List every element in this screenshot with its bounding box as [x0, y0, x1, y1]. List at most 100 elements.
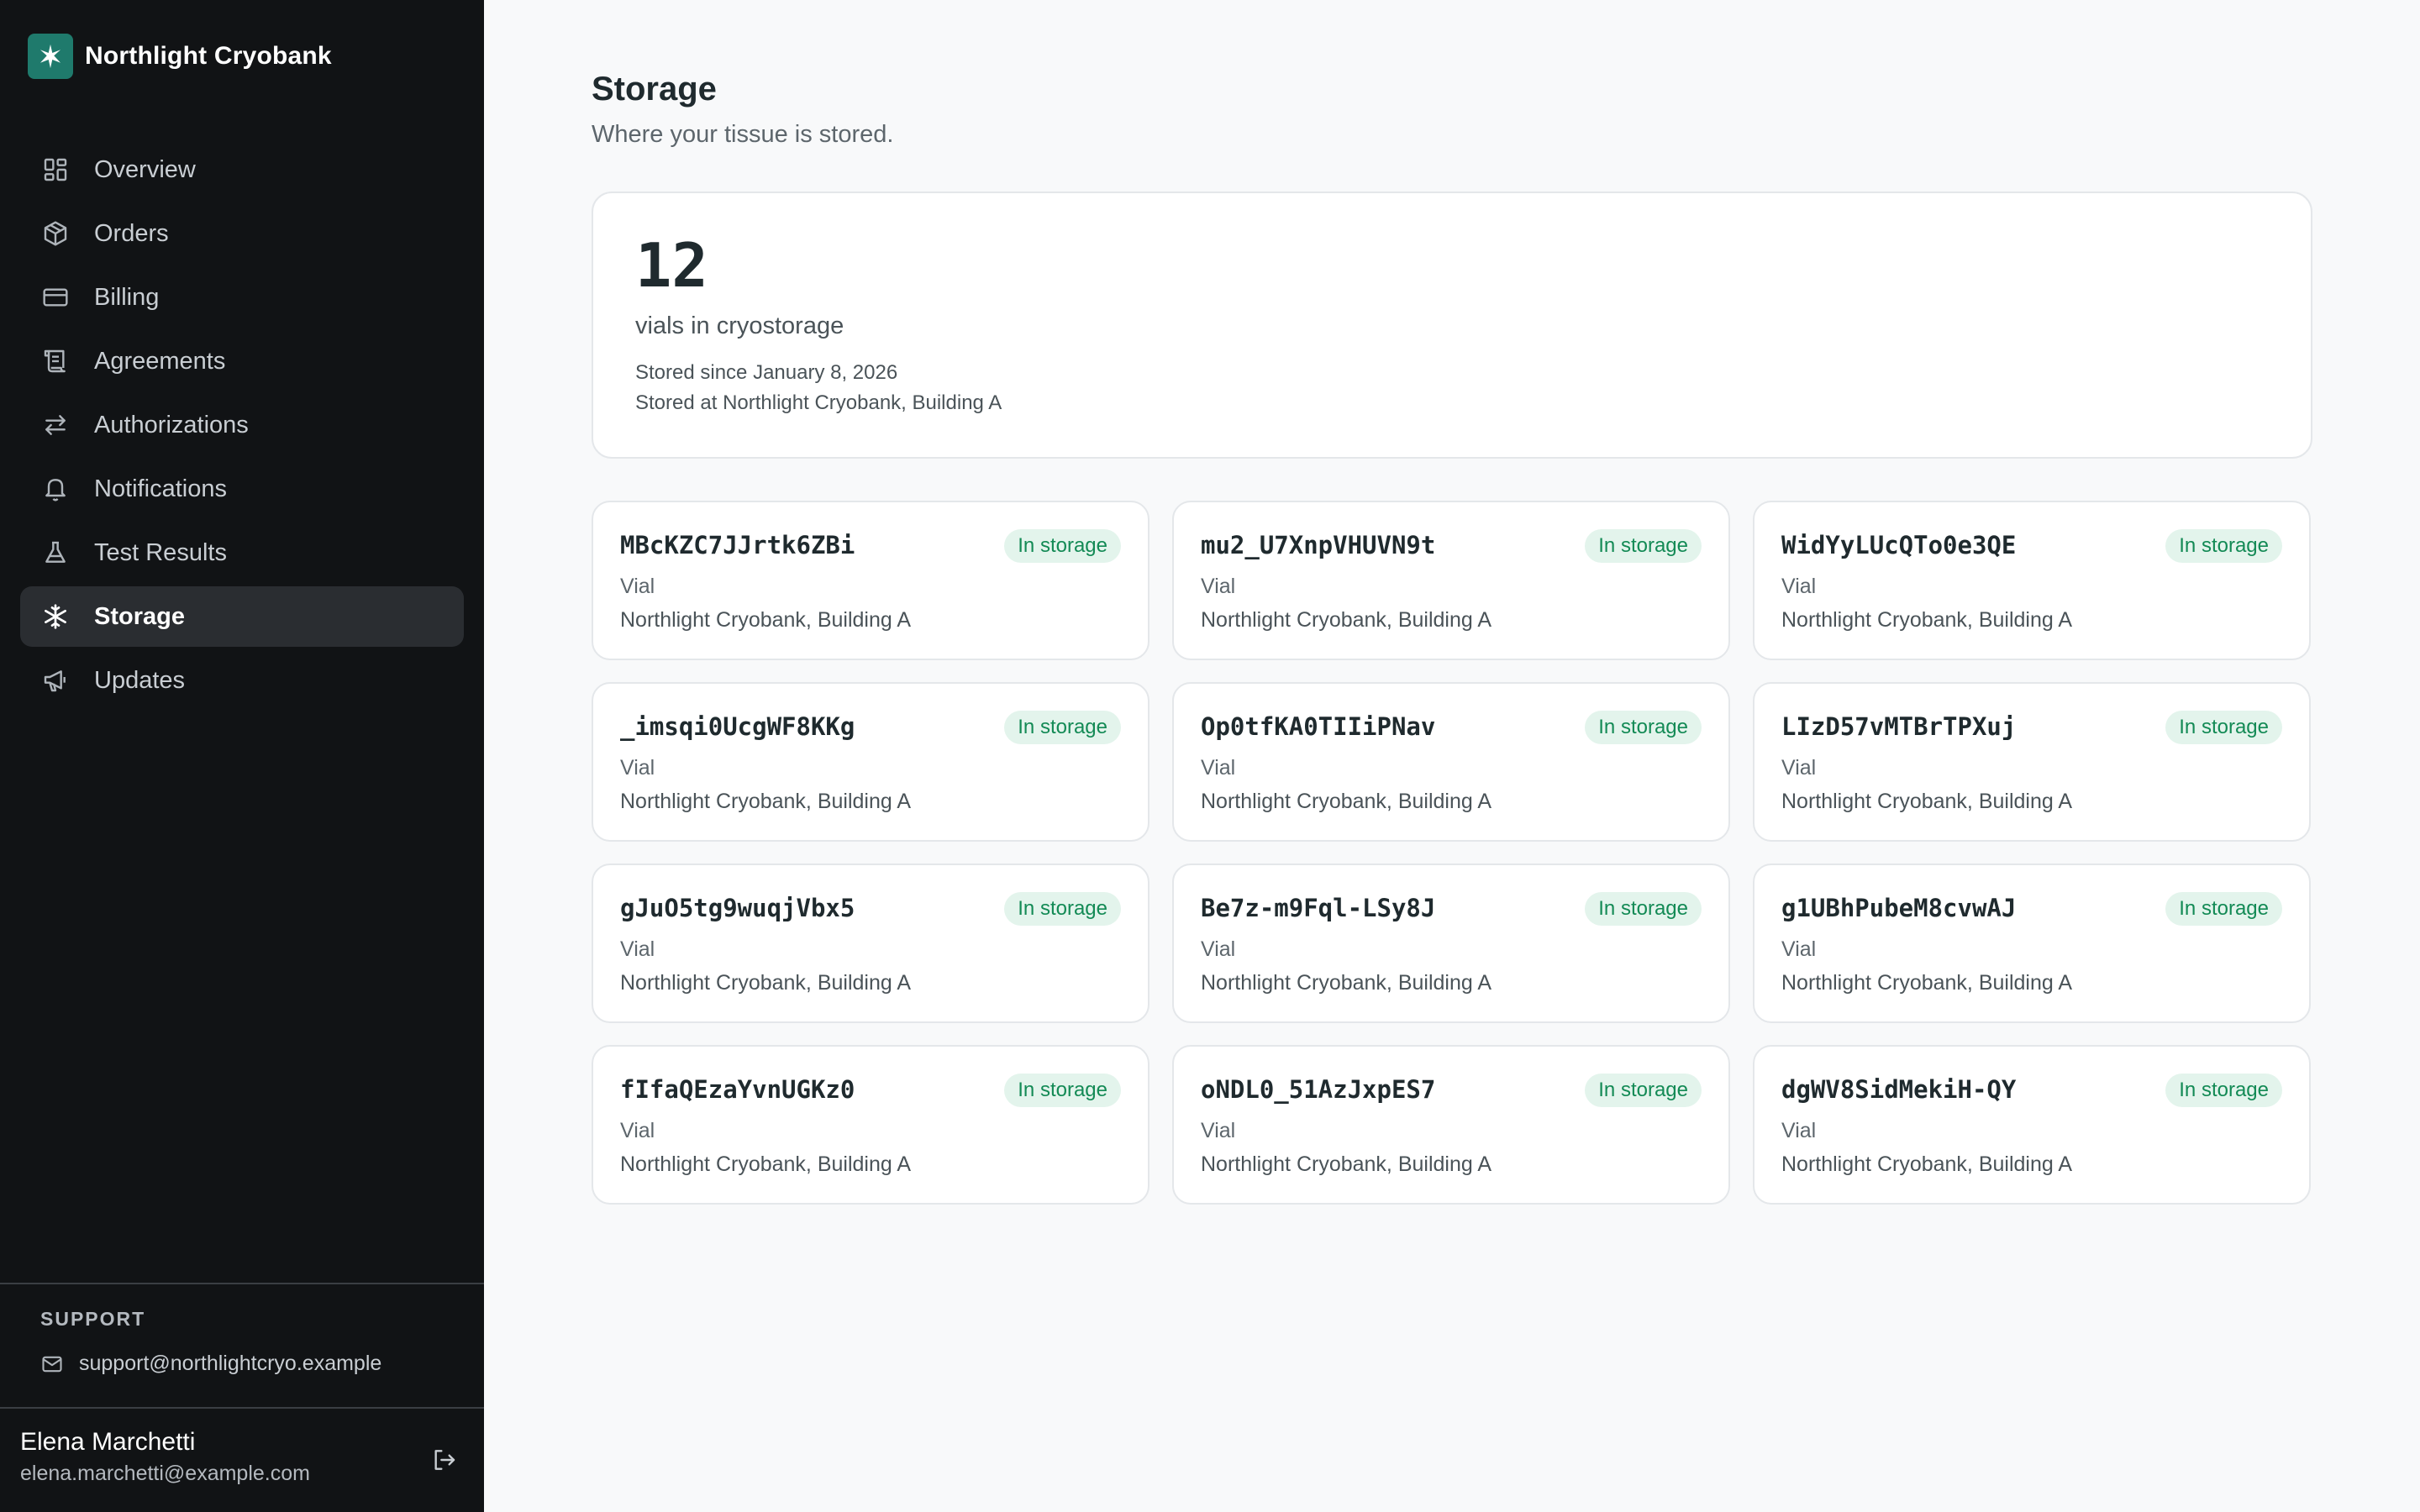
vial-location: Northlight Cryobank, Building A	[620, 608, 912, 632]
vial-location: Northlight Cryobank, Building A	[1781, 790, 2073, 813]
brand-name: Northlight Cryobank	[85, 42, 332, 70]
vial-type: Vial	[620, 756, 655, 780]
credit-card-icon	[40, 282, 71, 312]
flask-icon	[40, 538, 71, 568]
status-badge: In storage	[2165, 1074, 2282, 1107]
stored-at: Stored at Northlight Cryobank, Building …	[635, 391, 1002, 414]
vial-location: Northlight Cryobank, Building A	[1201, 608, 1492, 632]
status-badge: In storage	[1585, 892, 1702, 926]
vial-id: WidYyLUcQTo0e3QE	[1781, 531, 2017, 559]
sidebar-item-label: Agreements	[94, 347, 226, 375]
sidebar: Northlight Cryobank Overview Orders Bill…	[0, 0, 484, 1512]
vial-id: dgWV8SidMekiH-QY	[1781, 1075, 2017, 1104]
user-name: Elena Marchetti	[20, 1428, 196, 1456]
stored-since: Stored since January 8, 2026	[635, 361, 898, 384]
page-subtitle: Where your tissue is stored.	[592, 121, 894, 148]
vial-card[interactable]: mu2_U7XnpVHUVN9t In storage Vial Northli…	[1172, 501, 1730, 660]
sidebar-item-label: Updates	[94, 666, 186, 694]
vial-card[interactable]: gJuO5tg9wuqjVbx5 In storage Vial Northli…	[592, 864, 1150, 1023]
sidebar-item-authorizations[interactable]: Authorizations	[20, 395, 464, 455]
vial-id: Be7z-m9Fql-LSy8J	[1201, 894, 1436, 922]
vial-location: Northlight Cryobank, Building A	[620, 1152, 912, 1176]
vial-card[interactable]: dgWV8SidMekiH-QY In storage Vial Northli…	[1753, 1045, 2311, 1205]
sidebar-item-notifications[interactable]: Notifications	[20, 459, 464, 519]
status-badge: In storage	[1004, 529, 1121, 563]
vial-type: Vial	[620, 1119, 655, 1142]
sidebar-item-label: Orders	[94, 219, 169, 247]
sidebar-item-billing[interactable]: Billing	[20, 267, 464, 328]
status-badge: In storage	[1004, 892, 1121, 926]
snowflake-icon	[40, 601, 71, 632]
bell-icon	[40, 474, 71, 504]
vial-type: Vial	[620, 937, 655, 961]
sidebar-item-label: Authorizations	[94, 411, 249, 438]
vial-id: g1UBhPubeM8cvwAJ	[1781, 894, 2017, 922]
status-badge: In storage	[1585, 711, 1702, 744]
sidebar-item-storage[interactable]: Storage	[20, 586, 464, 647]
vial-card[interactable]: Be7z-m9Fql-LSy8J In storage Vial Northli…	[1172, 864, 1730, 1023]
vial-card[interactable]: MBcKZC7JJrtk6ZBi In storage Vial Northli…	[592, 501, 1150, 660]
vial-location: Northlight Cryobank, Building A	[1781, 971, 2073, 995]
arrows-swap-icon	[40, 410, 71, 440]
vial-card[interactable]: _imsqi0UcgWF8KKg In storage Vial Northli…	[592, 682, 1150, 842]
storage-summary-card: 12 vials in cryostorage Stored since Jan…	[592, 192, 2312, 459]
vial-location: Northlight Cryobank, Building A	[1781, 608, 2073, 632]
vial-id: MBcKZC7JJrtk6ZBi	[620, 531, 855, 559]
status-badge: In storage	[2165, 711, 2282, 744]
vial-location: Northlight Cryobank, Building A	[620, 971, 912, 995]
vial-type: Vial	[620, 575, 655, 598]
vial-id: fIfaQEzaYvnUGKz0	[620, 1075, 855, 1104]
vial-type: Vial	[1781, 756, 1817, 780]
vial-card[interactable]: g1UBhPubeM8cvwAJ In storage Vial Northli…	[1753, 864, 2311, 1023]
brand[interactable]: Northlight Cryobank	[28, 34, 332, 79]
vial-card[interactable]: oNDL0_51AzJxpES7 In storage Vial Northli…	[1172, 1045, 1730, 1205]
support-section: SUPPORT support@northlightcryo.example	[0, 1283, 484, 1409]
vial-grid: MBcKZC7JJrtk6ZBi In storage Vial Northli…	[592, 501, 2312, 1205]
vial-location: Northlight Cryobank, Building A	[1201, 790, 1492, 813]
page-title: Storage	[592, 71, 717, 108]
vial-location: Northlight Cryobank, Building A	[1781, 1152, 2073, 1176]
snowflake-logo-icon	[28, 34, 73, 79]
grid-icon	[40, 155, 71, 185]
status-badge: In storage	[2165, 892, 2282, 926]
vial-type: Vial	[1781, 937, 1817, 961]
vial-id: gJuO5tg9wuqjVbx5	[620, 894, 855, 922]
vial-count: 12	[635, 230, 708, 301]
vial-card[interactable]: Op0tfKA0TIIiPNav In storage Vial Northli…	[1172, 682, 1730, 842]
sidebar-item-orders[interactable]: Orders	[20, 203, 464, 264]
mail-icon	[40, 1352, 64, 1376]
vial-card[interactable]: WidYyLUcQTo0e3QE In storage Vial Northli…	[1753, 501, 2311, 660]
sidebar-item-test-results[interactable]: Test Results	[20, 522, 464, 583]
vial-location: Northlight Cryobank, Building A	[1201, 971, 1492, 995]
megaphone-icon	[40, 665, 71, 696]
sidebar-item-label: Test Results	[94, 538, 227, 566]
vial-id: mu2_U7XnpVHUVN9t	[1201, 531, 1436, 559]
sidebar-item-agreements[interactable]: Agreements	[20, 331, 464, 391]
sidebar-item-label: Billing	[94, 283, 160, 311]
vial-type: Vial	[1781, 575, 1817, 598]
user-profile: Elena Marchetti elena.marchetti@example.…	[20, 1428, 464, 1486]
vial-type: Vial	[1781, 1119, 1817, 1142]
vial-count-label: vials in cryostorage	[635, 312, 844, 339]
status-badge: In storage	[1585, 529, 1702, 563]
support-email-text: support@northlightcryo.example	[79, 1352, 382, 1375]
status-badge: In storage	[1004, 711, 1121, 744]
status-badge: In storage	[1004, 1074, 1121, 1107]
sidebar-item-label: Storage	[94, 602, 185, 630]
vial-card[interactable]: LIzD57vMTBrTPXuj In storage Vial Northli…	[1753, 682, 2311, 842]
vial-card[interactable]: fIfaQEzaYvnUGKz0 In storage Vial Northli…	[592, 1045, 1150, 1205]
sidebar-item-overview[interactable]: Overview	[20, 139, 464, 200]
vial-type: Vial	[1201, 575, 1236, 598]
package-icon	[40, 218, 71, 249]
support-email-link[interactable]: support@northlightcryo.example	[40, 1352, 381, 1376]
user-email: elena.marchetti@example.com	[20, 1462, 310, 1485]
vial-type: Vial	[1201, 756, 1236, 780]
vial-id: LIzD57vMTBrTPXuj	[1781, 712, 2017, 741]
status-badge: In storage	[1585, 1074, 1702, 1107]
sidebar-nav: Overview Orders Billing Agreements Autho…	[20, 139, 464, 714]
support-heading: SUPPORT	[40, 1308, 146, 1330]
sidebar-item-updates[interactable]: Updates	[20, 650, 464, 711]
logout-icon[interactable]	[427, 1443, 460, 1477]
vial-type: Vial	[1201, 937, 1236, 961]
vial-type: Vial	[1201, 1119, 1236, 1142]
